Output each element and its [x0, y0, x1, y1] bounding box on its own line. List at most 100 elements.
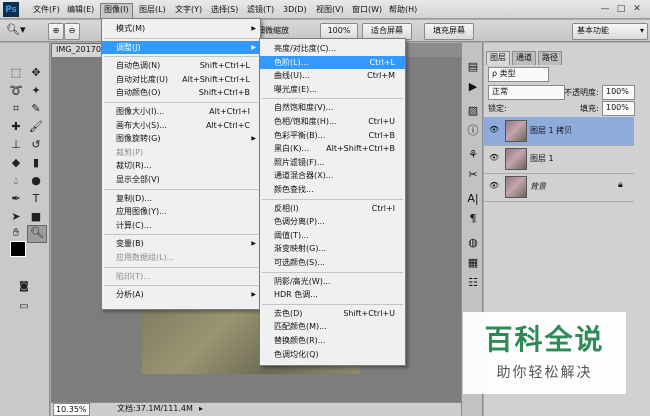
adjust-menu-item[interactable]: 自然饱和度(V)... — [260, 101, 405, 114]
image-menu-item[interactable]: 变量(B) ▶ — [102, 237, 260, 250]
image-menu-item[interactable]: 陷印(T)... — [102, 270, 260, 283]
adjust-menu-item[interactable]: 可选颜色(S)... — [260, 256, 405, 269]
visibility-eye-icon[interactable]: 👁︎ — [489, 153, 499, 162]
image-menu-item[interactable]: 显示全部(V) — [102, 173, 260, 186]
brush-panel-icon[interactable]: ⚘ — [465, 147, 481, 163]
clone-stamp-icon[interactable]: ⊥ — [7, 137, 25, 153]
eyedropper-icon[interactable]: ✎ — [27, 101, 45, 117]
adjust-menu-item[interactable]: 色相/饱和度(H)... Ctrl+U — [260, 115, 405, 128]
image-menu-item[interactable]: 自动对比度(U) Alt+Shift+Ctrl+L — [102, 73, 260, 86]
magic-wand-icon[interactable]: ✦ — [27, 83, 45, 99]
chevron-right-icon[interactable]: ▸ — [199, 403, 203, 415]
menu-filter[interactable]: 滤镜(T) — [244, 3, 277, 17]
shape-tool-icon[interactable]: ■ — [27, 209, 45, 225]
image-menu-item[interactable]: 分析(A) ▶ — [102, 288, 260, 301]
adjust-menu-item[interactable]: 色调分离(P)... — [260, 215, 405, 228]
actions-icon[interactable]: ▶ — [465, 79, 481, 95]
adjust-menu-item[interactable]: 渐变映射(G)... — [260, 242, 405, 255]
menu-window[interactable]: 窗口(W) — [349, 3, 385, 17]
adjust-menu-item[interactable]: 黑白(K)... Alt+Shift+Ctrl+B — [260, 142, 405, 155]
layer-filter-select[interactable]: ρ 类型 — [488, 67, 549, 82]
move-tool-icon[interactable]: ✥ — [27, 65, 45, 81]
visibility-eye-icon[interactable]: 👁︎ — [489, 181, 499, 190]
adjust-menu-item[interactable]: 色调均化(Q) — [260, 348, 405, 361]
adjust-menu-item[interactable]: 亮度/对比度(C)... — [260, 42, 405, 55]
image-menu-item[interactable]: 自动颜色(O) Shift+Ctrl+B — [102, 86, 260, 99]
opacity-input[interactable]: 100% — [602, 85, 635, 100]
healing-brush-icon[interactable]: ✚ — [7, 119, 25, 135]
menu-layer[interactable]: 图层(L) — [136, 3, 169, 17]
histogram-icon[interactable]: ▨ — [465, 103, 481, 119]
zoom-level[interactable]: 10.35% — [53, 403, 90, 416]
adjust-menu-item[interactable]: 阴影/高光(W)... — [260, 275, 405, 288]
eraser-tool-icon[interactable]: ◆ — [7, 155, 25, 171]
layer-row-1[interactable]: 👁︎ 图层 1 — [484, 145, 634, 174]
menu-image[interactable]: 图像(I) — [100, 3, 133, 19]
blend-mode-select[interactable]: 正常 — [488, 85, 565, 100]
adjust-menu-item[interactable]: 匹配颜色(M)... — [260, 320, 405, 333]
fill-input[interactable]: 100% — [602, 101, 635, 116]
zoom-out-icon[interactable]: ⊖ — [64, 23, 80, 40]
adjust-menu-item[interactable]: 颜色查找... — [260, 183, 405, 196]
type-tool-icon[interactable]: T — [27, 191, 45, 207]
adjust-menu-item[interactable]: 阈值(T)... — [260, 229, 405, 242]
zoom-tool-icon[interactable]: 🔍︎▾ — [6, 23, 26, 36]
menu-edit[interactable]: 编辑(E) — [64, 3, 97, 17]
marquee-tool-icon[interactable]: ⬚ — [7, 65, 25, 81]
paragraph-panel-icon[interactable]: ¶ — [465, 211, 481, 227]
adjustments-panel-icon[interactable]: ☷ — [465, 275, 481, 291]
adjust-menu-item[interactable]: HDR 色调... — [260, 288, 405, 301]
layer-row-background[interactable]: 👁︎ 背景 🔒︎ — [484, 173, 634, 202]
hand-tool-icon[interactable]: ✋︎ — [7, 225, 25, 241]
adjust-menu-item[interactable]: 曝光度(E)... — [260, 83, 405, 96]
swatches-icon[interactable]: ◍ — [465, 235, 481, 251]
image-menu-item[interactable]: 自动色调(N) Shift+Ctrl+L — [102, 59, 260, 72]
image-menu-item[interactable]: 模式(M) ▶ — [102, 22, 260, 35]
image-menu-item[interactable]: 复制(D)... — [102, 192, 260, 205]
adjust-menu-item[interactable]: 通道混合器(X)... — [260, 169, 405, 182]
adjust-menu-item[interactable]: 去色(D) Shift+Ctrl+U — [260, 307, 405, 320]
quick-mask-icon[interactable]: ◙ — [15, 279, 33, 295]
brush-tool-icon[interactable]: 🖌︎ — [27, 119, 45, 135]
image-menu-item[interactable]: 裁切(R)... — [102, 159, 260, 172]
image-menu-item[interactable]: 图像大小(I)... Alt+Ctrl+I — [102, 105, 260, 118]
image-menu-item[interactable]: 图像旋转(G) ▶ — [102, 132, 260, 145]
image-menu-item[interactable]: 计算(C)... — [102, 219, 260, 232]
styles-icon[interactable]: ▦ — [465, 255, 481, 271]
info-icon[interactable]: ⓘ — [465, 123, 481, 139]
image-menu-item[interactable]: 画布大小(S)... Alt+Ctrl+C — [102, 119, 260, 132]
menu-select[interactable]: 选择(S) — [208, 3, 241, 17]
close-icon[interactable]: ✕ — [630, 3, 644, 15]
foreground-color-swatch[interactable] — [10, 241, 26, 257]
tab-layers[interactable]: 图层 — [486, 51, 510, 65]
adjust-menu-item[interactable]: 色阶(L)... Ctrl+L — [260, 55, 405, 69]
lasso-tool-icon[interactable]: ➰ — [7, 83, 25, 99]
fill-screen-button[interactable]: 填充屏幕 — [424, 23, 474, 40]
menu-file[interactable]: 文件(F) — [30, 3, 63, 17]
menu-view[interactable]: 视图(V) — [313, 3, 347, 17]
image-menu-item[interactable]: 应用数据组(L)... — [102, 251, 260, 264]
layer-row-copy[interactable]: 👁︎ 图层 1 拷贝 — [484, 117, 634, 146]
adjust-menu-item[interactable]: 曲线(U)... Ctrl+M — [260, 69, 405, 82]
adjust-menu-item[interactable]: 反相(I) Ctrl+I — [260, 202, 405, 215]
blur-tool-icon[interactable]: 💧︎ — [7, 173, 25, 189]
dodge-tool-icon[interactable]: ● — [27, 173, 45, 189]
zoom-in-icon[interactable]: ⊕ — [48, 23, 64, 40]
character-panel-icon[interactable]: A| — [465, 191, 481, 207]
image-menu-item[interactable]: 调整(J) ▶ — [102, 40, 260, 54]
menu-type[interactable]: 文字(Y) — [172, 3, 205, 17]
adjust-menu-item[interactable]: 色彩平衡(B)... Ctrl+B — [260, 129, 405, 142]
workspace-select[interactable]: 基本功能 ▾ — [572, 23, 648, 40]
pen-tool-icon[interactable]: ✒ — [7, 191, 25, 207]
image-menu-item[interactable]: 裁剪(P) — [102, 146, 260, 159]
image-menu-item[interactable]: 应用图像(Y)... — [102, 205, 260, 218]
path-selection-icon[interactable]: ➤ — [7, 209, 25, 225]
history-brush-icon[interactable]: ↺ — [27, 137, 45, 153]
adjust-menu-item[interactable]: 替换颜色(R)... — [260, 334, 405, 347]
gradient-tool-icon[interactable]: ▮ — [27, 155, 45, 171]
tab-paths[interactable]: 路径 — [538, 51, 562, 65]
menu-3d[interactable]: 3D(D) — [280, 3, 310, 17]
tool-presets-icon[interactable]: ✂ — [465, 167, 481, 183]
adjust-menu-item[interactable]: 照片滤镜(F)... — [260, 156, 405, 169]
zoom-tool-icon[interactable]: 🔍︎ — [27, 225, 47, 243]
